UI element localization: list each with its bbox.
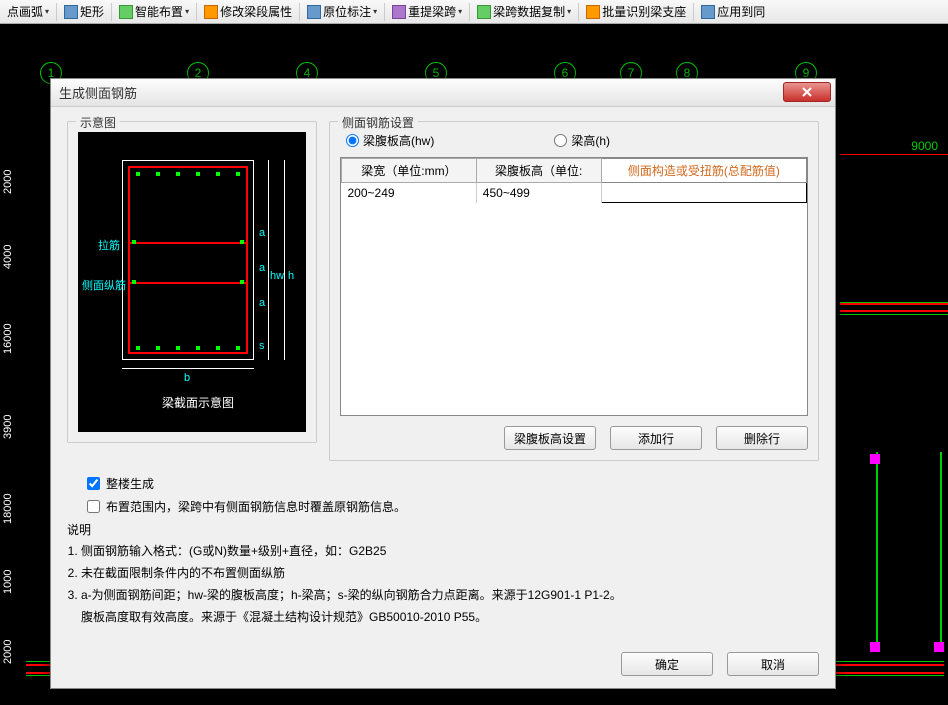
desc-item: a-为侧面钢筋间距；hw-梁的腹板高度；h-梁高；s-梁的纵向钢筋合力点距离。来…: [81, 586, 819, 604]
toolbar-item-copy-span-data[interactable]: 梁跨数据复制▾: [474, 1, 574, 22]
apply-icon: [701, 5, 715, 19]
ruler-value: 2000: [2, 640, 14, 664]
cell-side-rebar[interactable]: [601, 183, 806, 203]
cad-marker: [934, 642, 944, 652]
toolbar-item-batch-identify[interactable]: 批量识别梁支座: [583, 1, 689, 22]
pencil-icon: [204, 5, 218, 19]
toolbar-item-arc[interactable]: 点画弧▾: [4, 1, 52, 22]
table-header-row: 梁宽（单位:mm） 梁腹板高（单位: 侧面构造或受扭筋(总配筋值): [342, 159, 807, 183]
rect-icon: [64, 5, 78, 19]
ruler-value: 1000: [2, 570, 14, 594]
settings-fieldset: 侧面钢筋设置 梁腹板高(hw) 梁高(h) 梁宽: [329, 121, 819, 461]
check-whole-building-input[interactable]: [87, 477, 100, 490]
ruler-value: 4000: [2, 245, 14, 269]
cancel-button[interactable]: 取消: [727, 652, 819, 676]
add-row-button[interactable]: 添加行: [610, 426, 702, 450]
dimension-label: 9000: [911, 139, 938, 153]
desc-list: 侧面钢筋输入格式：(G或N)数量+级别+直径，如：G2B25 未在截面限制条件内…: [67, 542, 819, 604]
toolbar-item-smart-layout[interactable]: 智能布置▾: [116, 1, 192, 22]
settings-label: 侧面钢筋设置: [338, 114, 418, 131]
schematic-fieldset: 示意图 拉筋 侧面纵筋 hw h a a a s b: [67, 121, 317, 443]
cad-line: [840, 314, 948, 315]
generate-side-rebar-dialog: 生成侧面钢筋 示意图 拉筋 侧面纵筋 hw h a a: [50, 78, 836, 689]
col-beam-width[interactable]: 梁宽（单位:mm）: [342, 159, 477, 183]
cell-width[interactable]: 200~249: [342, 183, 477, 203]
col-web-height[interactable]: 梁腹板高（单位:: [476, 159, 601, 183]
annot-icon: [307, 5, 321, 19]
schematic-image: 拉筋 侧面纵筋 hw h a a a s b: [78, 132, 306, 432]
cell-height[interactable]: 450~499: [476, 183, 601, 203]
layout-icon: [119, 5, 133, 19]
cad-marker: [870, 642, 880, 652]
cad-line: [940, 452, 942, 652]
toolbar-item-resubmit-span[interactable]: 重提梁跨▾: [389, 1, 465, 22]
toolbar-item-modify-beam-prop[interactable]: 修改梁段属性: [201, 1, 295, 22]
main-toolbar: 点画弧▾ 矩形 智能布置▾ 修改梁段属性 原位标注▾ 重提梁跨▾ 梁跨数据复制▾…: [0, 0, 948, 24]
ruler-value: 2000: [2, 170, 14, 194]
close-icon: [800, 85, 814, 99]
cad-line: [840, 154, 948, 155]
radio-hw-input[interactable]: [346, 134, 359, 147]
desc-sub: 腹板高度取有效高度。来源于《混凝土结构设计规范》GB50010-2010 P55…: [67, 608, 819, 626]
toolbar-item-inplace-annot[interactable]: 原位标注▾: [304, 1, 380, 22]
rebar-table[interactable]: 梁宽（单位:mm） 梁腹板高（单位: 侧面构造或受扭筋(总配筋值) 200~24…: [340, 157, 808, 416]
cad-line: [840, 310, 948, 312]
check-whole-building-label: 整楼生成: [106, 475, 154, 492]
col-side-rebar[interactable]: 侧面构造或受扭筋(总配筋值): [601, 159, 806, 183]
table-row[interactable]: 200~249 450~499: [342, 183, 807, 203]
ruler-value: 3900: [2, 415, 14, 439]
radio-h[interactable]: 梁高(h): [554, 132, 610, 149]
toolbar-item-apply-same[interactable]: 应用到同: [698, 1, 768, 22]
ruler-value: 16000: [2, 323, 14, 354]
cad-line: [840, 303, 948, 305]
desc-item: 未在截面限制条件内的不布置侧面纵筋: [81, 564, 819, 582]
cad-marker: [870, 454, 880, 464]
radio-h-input[interactable]: [554, 134, 567, 147]
cad-line: [876, 452, 878, 652]
span-icon: [392, 5, 406, 19]
ok-button[interactable]: 确定: [621, 652, 713, 676]
check-whole-building[interactable]: 整楼生成: [87, 475, 819, 492]
check-override-label: 布置范围内，梁跨中有侧面钢筋信息时覆盖原钢筋信息。: [106, 498, 406, 515]
close-button[interactable]: [783, 82, 831, 102]
batch-icon: [586, 5, 600, 19]
toolbar-item-rect[interactable]: 矩形: [61, 1, 107, 22]
check-override-input[interactable]: [87, 500, 100, 513]
delete-row-button[interactable]: 删除行: [716, 426, 808, 450]
radio-hw-label: 梁腹板高(hw): [363, 132, 434, 149]
check-override[interactable]: 布置范围内，梁跨中有侧面钢筋信息时覆盖原钢筋信息。: [87, 498, 819, 515]
dialog-title: 生成侧面钢筋: [59, 83, 137, 102]
dialog-titlebar[interactable]: 生成侧面钢筋: [51, 79, 835, 107]
schematic-label: 示意图: [76, 114, 120, 131]
desc-item: 侧面钢筋输入格式：(G或N)数量+级别+直径，如：G2B25: [81, 542, 819, 560]
hw-settings-button[interactable]: 梁腹板高设置: [504, 426, 596, 450]
desc-label: 说明: [67, 521, 819, 538]
ruler-value: 18000: [2, 493, 14, 524]
radio-hw[interactable]: 梁腹板高(hw): [346, 132, 434, 149]
copy-icon: [477, 5, 491, 19]
radio-h-label: 梁高(h): [571, 132, 610, 149]
